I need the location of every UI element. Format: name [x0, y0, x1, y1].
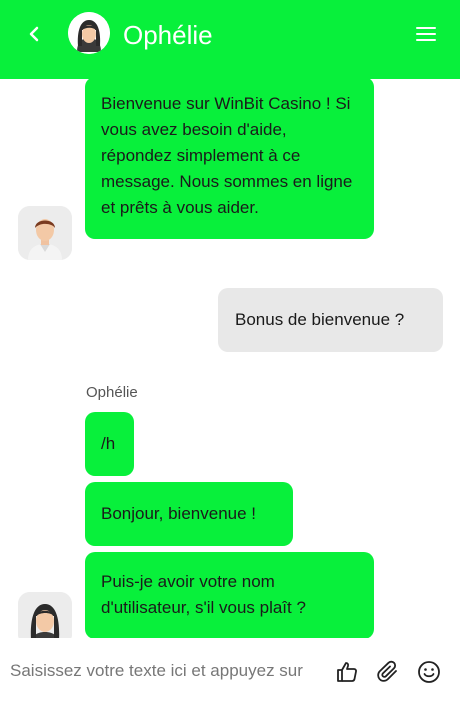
- paperclip-icon: [377, 660, 397, 682]
- hamburger-menu-icon: [416, 27, 436, 41]
- message-bubble: Bonus de bienvenue ?: [218, 288, 443, 352]
- message-list[interactable]: Bienvenue sur WinBit Casino ! Si vous av…: [0, 79, 460, 638]
- composer: [0, 638, 460, 701]
- smiley-icon: [418, 661, 440, 683]
- back-button[interactable]: [22, 22, 46, 46]
- message-bubble: Puis-je avoir votre nom d'utilisateur, s…: [85, 552, 374, 638]
- male-agent-avatar: [18, 206, 72, 260]
- female-agent-avatar: [18, 592, 72, 638]
- sender-name: Ophélie: [86, 384, 138, 401]
- like-button[interactable]: [335, 660, 359, 684]
- emoji-button[interactable]: [417, 660, 441, 684]
- chevron-left-icon: [29, 26, 39, 42]
- agent-avatar: [68, 12, 110, 54]
- message-input[interactable]: [10, 658, 322, 684]
- message-bubble: Bienvenue sur WinBit Casino ! Si vous av…: [85, 79, 374, 239]
- header-title: Ophélie: [123, 20, 213, 50]
- menu-button[interactable]: [414, 22, 438, 46]
- thumbs-up-icon: [337, 662, 357, 682]
- attach-button[interactable]: [376, 660, 400, 684]
- message-bubble: Bonjour, bienvenue !: [85, 482, 293, 546]
- message-bubble: /h: [85, 412, 134, 476]
- chat-header: Ophélie: [0, 0, 460, 79]
